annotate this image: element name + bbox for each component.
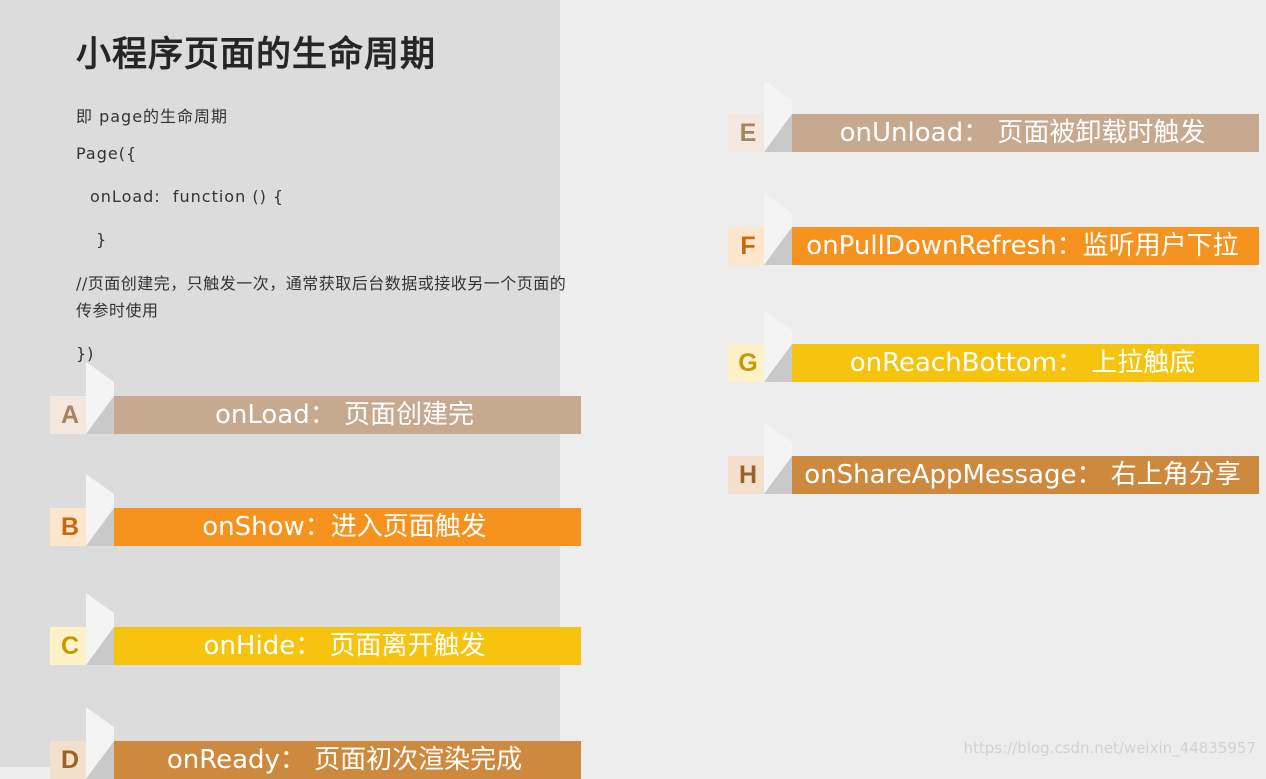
lifecycle-label: onShow：进入页面触发 xyxy=(202,512,487,542)
lifecycle-label: onReachBottom： 上拉触底 xyxy=(849,348,1196,378)
page-title: 小程序页面的生命周期 xyxy=(76,35,437,75)
lifecycle-item-onhide: C onHide： 页面离开触发 xyxy=(50,593,581,665)
code-comment: //页面创建完，只触发一次，通常获取后台数据或接收另一个页面的传参时使用 xyxy=(76,274,567,320)
lifecycle-label: onPullDownRefresh：监听用户下拉 xyxy=(806,231,1239,261)
lifecycle-item-onpulldownrefresh: F onPullDownRefresh：监听用户下拉 xyxy=(728,193,1259,265)
code-line-close-brace: } xyxy=(96,230,108,249)
lifecycle-item-onshareappmessage: H onShareAppMessage： 右上角分享 xyxy=(728,422,1259,494)
code-line-page-open: Page({ xyxy=(76,144,138,163)
lifecycle-label: onHide： 页面离开触发 xyxy=(203,631,486,661)
lifecycle-item-onunload: E onUnload： 页面被卸载时触发 xyxy=(728,80,1259,152)
lifecycle-label: onReady： 页面初次渲染完成 xyxy=(166,745,523,775)
lifecycle-item-onshow: B onShow：进入页面触发 xyxy=(50,474,581,546)
lifecycle-item-onreachbottom: G onReachBottom： 上拉触底 xyxy=(728,310,1259,382)
lifecycle-label: onLoad： 页面创建完 xyxy=(214,400,475,430)
code-line-page-close: }) xyxy=(76,344,95,363)
lifecycle-item-onready: D onReady： 页面初次渲染完成 xyxy=(50,707,581,779)
lifecycle-item-onload: A onLoad： 页面创建完 xyxy=(50,362,581,434)
lifecycle-label: onShareAppMessage： 右上角分享 xyxy=(804,460,1241,490)
code-line-onload: onLoad: function () { xyxy=(90,187,285,206)
watermark: https://blog.csdn.net/weixin_44835957 xyxy=(963,739,1256,757)
lifecycle-label: onUnload： 页面被卸载时触发 xyxy=(839,118,1206,148)
code-line-intro: 即 page的生命周期 xyxy=(76,107,229,126)
